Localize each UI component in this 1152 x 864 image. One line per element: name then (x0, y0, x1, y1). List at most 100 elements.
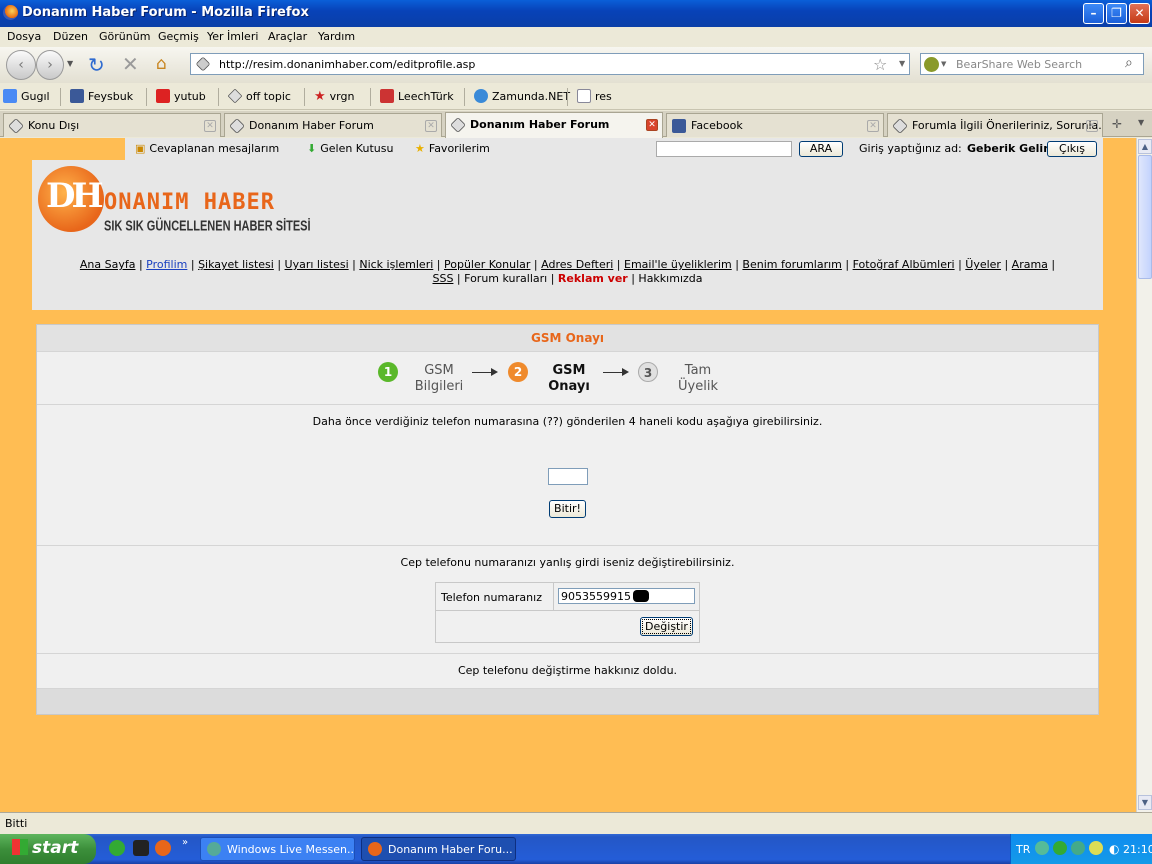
url-text[interactable]: http://resim.donanimhaber.com/editprofil… (219, 58, 475, 71)
new-tab-icon[interactable]: ✛ (1112, 117, 1122, 131)
history-dropdown-icon[interactable]: ▼ (67, 59, 73, 68)
messenger-tray-icon[interactable] (1071, 841, 1085, 855)
nav-members[interactable]: Üyeler (965, 258, 1001, 271)
bookmark-off-topic[interactable]: off topic (227, 88, 291, 104)
scroll-down-button[interactable]: ▼ (1138, 795, 1152, 810)
nav-faq[interactable]: SSS (432, 272, 453, 285)
nav-home[interactable]: Ana Sayfa (80, 258, 136, 271)
nav-warnings[interactable]: Uyarı listesi (285, 258, 349, 271)
utorrent-tray-icon[interactable] (1053, 841, 1067, 855)
status-bar: Bitti (0, 812, 1152, 834)
step-2-icon: 2 (508, 362, 528, 382)
tray-arrow-icon[interactable] (1035, 841, 1049, 855)
tab-list-icon[interactable]: ▼ (1138, 118, 1144, 127)
close-tab-icon[interactable]: ✕ (1086, 120, 1098, 132)
network-tray-icon[interactable] (1089, 841, 1103, 855)
maximize-button[interactable]: ❐ (1106, 3, 1127, 24)
site-logo-icon[interactable]: DH (38, 166, 104, 232)
bookmark-leechturk[interactable]: LeechTürk (380, 89, 454, 103)
taskbar-messenger[interactable]: Windows Live Messen... (200, 837, 355, 861)
finish-button[interactable]: Bitir! (549, 500, 586, 518)
site-logo-title[interactable]: ONANIM HABER (104, 190, 275, 215)
favorites-link[interactable]: ★ Favorilerim (415, 142, 490, 155)
step-3-icon: 3 (638, 362, 658, 382)
close-tab-icon[interactable]: ✕ (646, 119, 658, 131)
menu-tools[interactable]: Araçlar (268, 30, 307, 43)
menu-edit[interactable]: Düzen (53, 30, 88, 43)
answered-messages-link[interactable]: ▣ Cevaplanan mesajlarım (135, 142, 279, 155)
site-search-input[interactable] (656, 141, 792, 157)
bookmark-vrgn[interactable]: ★ vrgn (314, 89, 354, 104)
site-search-button[interactable]: ARA (799, 141, 843, 157)
utorrent-quicklaunch-icon[interactable] (109, 840, 125, 856)
nav-nick[interactable]: Nick işlemleri (359, 258, 433, 271)
inbox-link[interactable]: ⬇ Gelen Kutusu (307, 142, 393, 155)
menu-view[interactable]: Görünüm (99, 30, 150, 43)
tab-donanim-haber-active[interactable]: Donanım Haber Forum ✕ (445, 112, 663, 138)
quicklaunch-expand-icon[interactable]: » (182, 837, 188, 848)
menu-file[interactable]: Dosya (7, 30, 41, 43)
start-button[interactable]: start (0, 834, 96, 864)
step-2-label: GSM Onayı (548, 363, 590, 394)
stop-icon[interactable]: ✕ (122, 52, 139, 76)
nav-forum-rules[interactable]: Forum kuralları (464, 272, 547, 285)
nav-about[interactable]: Hakkımızda (638, 272, 702, 285)
close-tab-icon[interactable]: ✕ (425, 120, 437, 132)
media-quicklaunch-icon[interactable] (133, 840, 149, 856)
phone-input[interactable]: 9053559915 (558, 588, 695, 604)
site-top-links: ▣ Cevaplanan mesajlarım ⬇ Gelen Kutusu ★ Fa… (125, 138, 1103, 160)
inbox-icon: ⬇ (307, 142, 317, 155)
bookmark-yutub[interactable]: yutub (156, 89, 206, 103)
nav-my-forums[interactable]: Benim forumlarım (742, 258, 841, 271)
nav-advertise[interactable]: Reklam ver (558, 272, 628, 285)
reload-icon[interactable]: ↻ (88, 53, 105, 77)
star-bookmark-icon[interactable]: ☆ (873, 55, 887, 74)
change-phone-button[interactable]: Değiştir (640, 617, 693, 636)
logout-button[interactable]: Çıkış (1047, 141, 1097, 157)
url-bar[interactable]: http://resim.donanimhaber.com/editprofil… (190, 53, 910, 75)
forward-button[interactable]: › (36, 50, 64, 80)
minimize-button[interactable]: – (1083, 3, 1104, 24)
scroll-thumb[interactable] (1138, 155, 1152, 279)
search-placeholder[interactable]: BearShare Web Search (956, 58, 1082, 71)
nav-search[interactable]: Arama (1012, 258, 1048, 271)
tab-donanim-haber-1[interactable]: Donanım Haber Forum ✕ (224, 113, 442, 137)
bookmark-gugil[interactable]: Gugıl (3, 89, 50, 103)
scroll-up-button[interactable]: ▲ (1138, 139, 1152, 154)
back-button[interactable]: ‹ (6, 50, 36, 80)
close-tab-icon[interactable]: ✕ (867, 120, 879, 132)
username: Geberik Gelin (967, 142, 1052, 155)
home-icon[interactable]: ⌂ (156, 54, 167, 74)
nav-address-book[interactable]: Adres Defteri (541, 258, 613, 271)
language-indicator[interactable]: TR (1016, 843, 1030, 856)
nav-complaints[interactable]: Şikayet listesi (198, 258, 274, 271)
nav-photo-albums[interactable]: Fotoğraf Albümleri (853, 258, 955, 271)
menu-bookmarks[interactable]: Yer İmleri (207, 30, 258, 43)
close-tab-icon[interactable]: ✕ (204, 120, 216, 132)
nav-popular[interactable]: Popüler Konular (444, 258, 530, 271)
step-3-label: Tam Üyelik (678, 363, 718, 394)
volume-icon[interactable]: ◐ (1109, 842, 1119, 856)
tab-konu-disi[interactable]: Konu Dışı ✕ (3, 113, 221, 137)
nav-profile[interactable]: Profilim (146, 258, 187, 271)
page-content: ▣ Cevaplanan mesajlarım ⬇ Gelen Kutusu ★ Fa… (0, 138, 1136, 812)
bookmark-feysbuk[interactable]: Feysbuk (70, 89, 133, 103)
bookmark-zamunda[interactable]: Zamunda.NET (474, 89, 570, 103)
close-window-button[interactable]: ✕ (1129, 3, 1150, 24)
tab-facebook[interactable]: Facebook ✕ (666, 113, 884, 137)
bookmark-res[interactable]: res (577, 89, 612, 103)
gsm-panel-title: GSM Onayı (37, 325, 1098, 352)
nav-email-memberships[interactable]: Email'le üyeliklerim (624, 258, 732, 271)
firefox-quicklaunch-icon[interactable] (155, 840, 171, 856)
tab-forumla-ilgili[interactable]: Forumla İlgili Önerileriniz, Sorunla... ✕ (887, 113, 1103, 137)
menu-history[interactable]: Geçmiş (158, 30, 199, 43)
search-engine-dropdown-icon[interactable]: ▼ (941, 60, 946, 68)
menu-help[interactable]: Yardım (318, 30, 355, 43)
taskbar: start » Windows Live Messen... Donanım H… (0, 834, 1152, 864)
url-dropdown-icon[interactable]: ▼ (899, 59, 905, 68)
code-input[interactable] (548, 468, 588, 485)
vertical-scrollbar[interactable]: ▲ ▼ (1136, 138, 1152, 812)
search-box[interactable]: ▼ BearShare Web Search ⌕ (920, 53, 1144, 75)
taskbar-firefox[interactable]: Donanım Haber Foru... (361, 837, 516, 861)
search-icon[interactable]: ⌕ (1125, 55, 1133, 71)
